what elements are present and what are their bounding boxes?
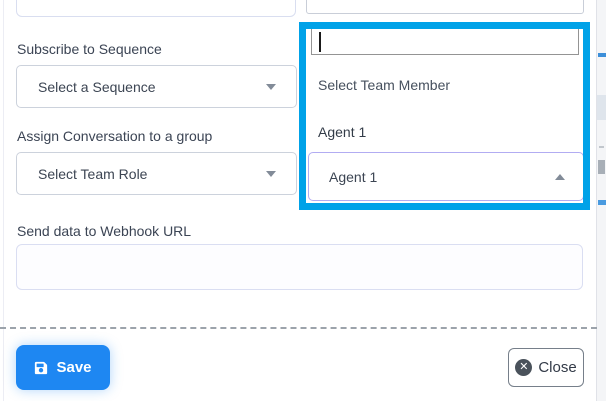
truncated-input-left[interactable]: [16, 0, 296, 17]
footer-divider: [0, 327, 597, 329]
team-role-select[interactable]: Select Team Role: [16, 152, 297, 195]
team-member-search-input[interactable]: [311, 28, 579, 55]
background-page-fragment: [597, 95, 606, 120]
team-member-select[interactable]: Agent 1: [308, 152, 584, 201]
dropdown-option-select-team-member[interactable]: Select Team Member: [318, 77, 450, 93]
assign-group-label: Assign Conversation to a group: [17, 128, 212, 144]
sequence-select-value: Select a Sequence: [17, 79, 156, 95]
floppy-disk-icon: [34, 361, 48, 375]
truncated-input-right[interactable]: [306, 0, 584, 14]
caret-down-icon: [266, 84, 276, 90]
save-button[interactable]: Save: [16, 345, 110, 390]
background-page-fragment: [598, 200, 606, 205]
caret-up-icon: [555, 174, 565, 180]
team-member-select-value: Agent 1: [309, 169, 377, 185]
subscribe-sequence-label: Subscribe to Sequence: [17, 41, 162, 57]
modal-left-border: [3, 0, 4, 401]
webhook-url-input[interactable]: [16, 244, 583, 290]
save-button-label: Save: [56, 359, 91, 376]
close-button[interactable]: ✕ Close: [508, 348, 584, 387]
close-circle-icon: ✕: [515, 359, 532, 376]
dropdown-option-agent-1[interactable]: Agent 1: [318, 124, 366, 140]
team-role-select-value: Select Team Role: [17, 166, 147, 182]
sequence-select[interactable]: Select a Sequence: [16, 65, 297, 108]
webhook-url-label: Send data to Webhook URL: [17, 223, 191, 239]
background-page-fragment: [598, 160, 605, 174]
modal-right-border: [596, 0, 597, 401]
background-page-fragment: [598, 53, 606, 57]
close-button-label: Close: [538, 359, 576, 376]
background-page-fragment: [599, 146, 604, 148]
caret-down-icon: [266, 171, 276, 177]
automation-settings-modal: Subscribe to Sequence Select a Sequence …: [0, 0, 606, 401]
text-cursor: [319, 32, 321, 52]
